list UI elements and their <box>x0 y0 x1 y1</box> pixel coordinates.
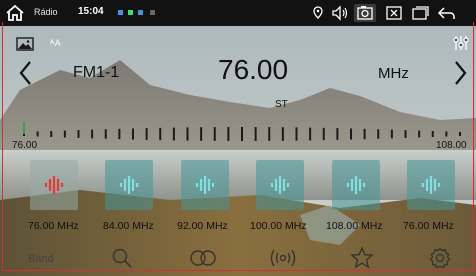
tuning-scale[interactable] <box>14 114 468 154</box>
window-icon[interactable] <box>410 4 430 22</box>
preset-label-6: 76.00 MHz <box>403 220 454 232</box>
band-label: FM1-1 <box>73 64 120 81</box>
notification-indicator <box>150 10 155 15</box>
band-button[interactable]: Band <box>28 253 54 265</box>
notification-indicator <box>138 10 143 15</box>
notification-indicator <box>118 10 123 15</box>
audio-wave-icon <box>195 176 215 194</box>
notification-indicator <box>128 10 133 15</box>
frequency-unit: MHz <box>378 65 409 82</box>
preset-label-2: 84.00 MHz <box>103 220 154 232</box>
scale-max-label: 108.00 <box>436 140 467 151</box>
back-icon[interactable] <box>436 4 456 22</box>
equalizer-icon[interactable] <box>452 34 470 52</box>
volume-icon[interactable] <box>330 4 350 22</box>
previous-station-button[interactable] <box>18 60 34 86</box>
audio-wave-icon <box>270 176 290 194</box>
preset-label-4: 100.00 MHz <box>250 220 307 232</box>
preset-label-1: 76.00 MHz <box>28 220 79 232</box>
broadcast-icon[interactable] <box>268 246 298 270</box>
favorite-icon[interactable] <box>350 246 374 270</box>
home-icon[interactable] <box>6 5 24 21</box>
scale-min-label: 76.00 <box>12 140 38 151</box>
location-icon <box>313 6 323 19</box>
frequency-display: 76.00 <box>218 54 289 85</box>
screenshot-icon[interactable] <box>354 4 376 22</box>
bottom-bar <box>0 240 476 276</box>
clock: 15:04 <box>78 6 104 17</box>
preset-label-3: 92.00 MHz <box>177 220 228 232</box>
next-station-button[interactable] <box>452 60 468 86</box>
audio-wave-icon <box>119 176 139 194</box>
stereo-icon[interactable] <box>188 246 218 270</box>
audio-wave-icon <box>346 176 366 194</box>
audio-wave-icon <box>421 176 441 194</box>
status-bar: Rádio 15:04 <box>0 0 476 26</box>
preset-button-5[interactable] <box>332 160 380 210</box>
preset-label-5: 108.00 MHz <box>326 220 383 232</box>
settings-icon[interactable] <box>428 246 452 270</box>
search-icon[interactable] <box>110 246 134 270</box>
preset-button-2[interactable] <box>105 160 153 210</box>
audio-wave-icon <box>44 176 64 194</box>
image-icon[interactable] <box>16 37 34 51</box>
preset-button-6[interactable] <box>407 160 455 210</box>
preset-button-4[interactable] <box>256 160 304 210</box>
stereo-indicator: ST <box>275 99 288 110</box>
font-size-button[interactable]: ᴬA <box>50 38 61 48</box>
close-window-icon[interactable] <box>384 4 404 22</box>
app-name: Rádio <box>34 7 58 17</box>
preset-button-3[interactable] <box>181 160 229 210</box>
preset-button-1[interactable] <box>30 160 78 210</box>
